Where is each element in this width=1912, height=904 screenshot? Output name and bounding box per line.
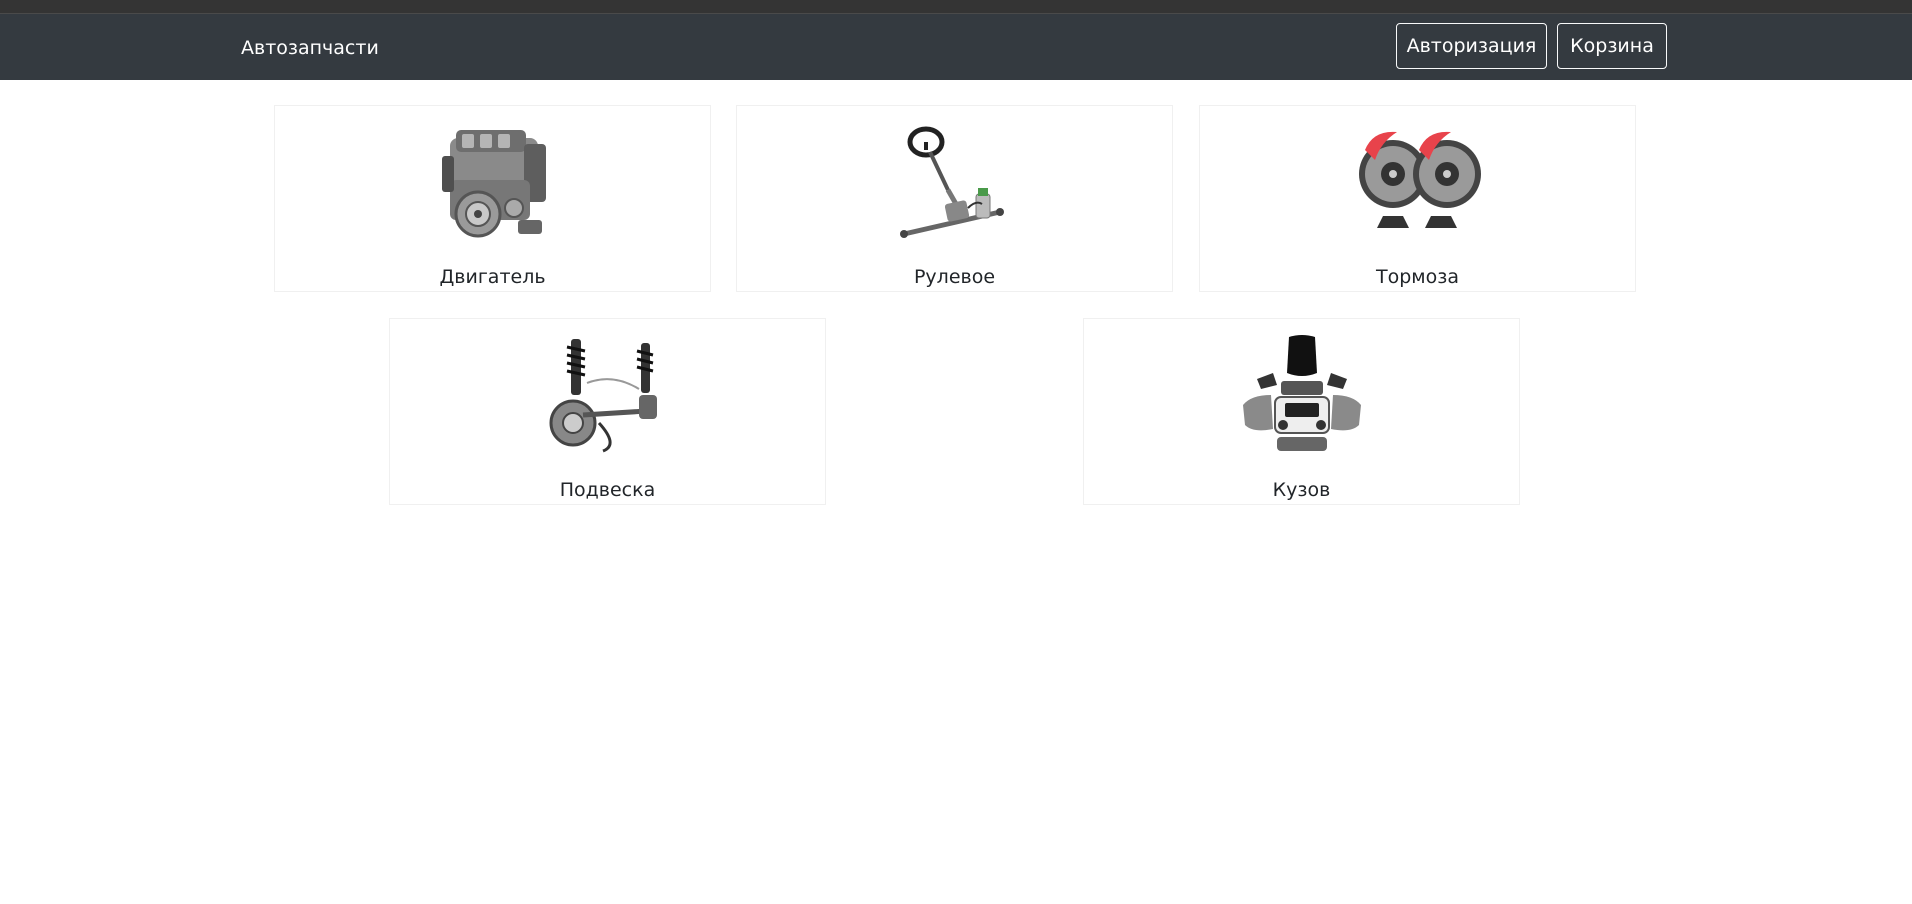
brand-link[interactable]: Автозапчасти — [241, 36, 379, 60]
login-button[interactable]: Авторизация — [1396, 23, 1547, 69]
category-card-suspension[interactable]: Подвеска — [389, 318, 826, 505]
category-card-brakes[interactable]: Тормоза — [1199, 105, 1636, 292]
body-parts-icon — [1242, 335, 1361, 451]
category-label: Рулевое — [913, 266, 996, 288]
engine-icon — [441, 130, 546, 238]
browser-top-strip — [0, 0, 1912, 14]
category-label: Кузов — [1272, 479, 1331, 501]
category-card-body[interactable]: Кузов — [1083, 318, 1520, 505]
category-card-steering[interactable]: Рулевое — [736, 105, 1173, 292]
category-label: Двигатель — [439, 266, 546, 288]
category-card-engine[interactable]: Двигатель — [274, 105, 711, 292]
steering-icon — [899, 126, 1004, 238]
brakes-icon — [1358, 131, 1481, 228]
category-label: Тормоза — [1376, 266, 1459, 288]
suspension-icon — [549, 339, 657, 453]
category-label: Подвеска — [559, 479, 656, 501]
cart-button[interactable]: Корзина — [1557, 23, 1667, 69]
navbar: Автозапчасти Авторизация Корзина — [0, 14, 1912, 80]
